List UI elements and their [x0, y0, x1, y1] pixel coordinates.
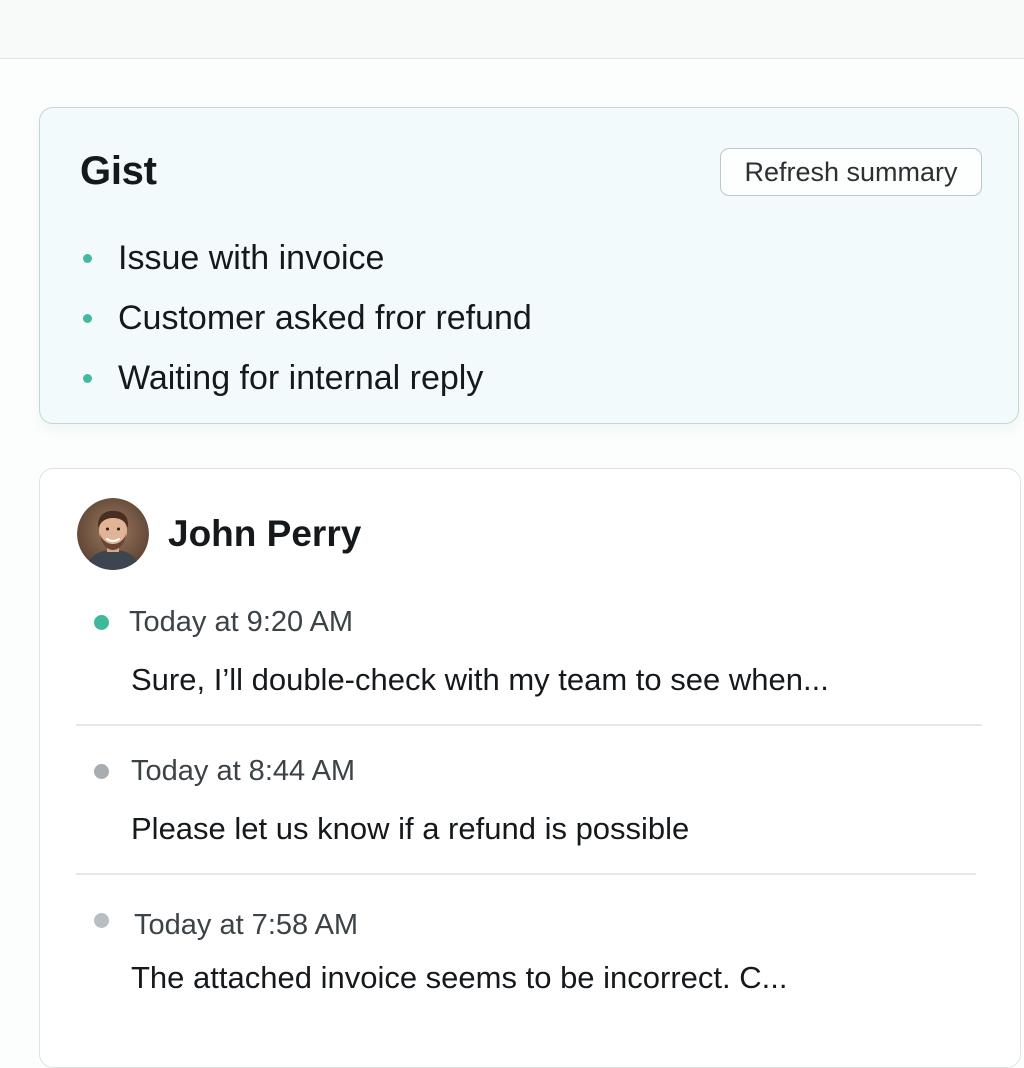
read-dot-icon — [94, 764, 109, 779]
gist-bullet-item: Issue with invoice — [80, 228, 532, 288]
bullet-dot-icon — [83, 313, 92, 323]
message-item[interactable]: Today at 9:20 AM Sure, I’ll double-check… — [76, 594, 982, 706]
gist-bullet-item: Waiting for internal reply — [80, 348, 532, 408]
gist-bullet-text: Waiting for internal reply — [118, 358, 484, 397]
message-timestamp: Today at 8:44 AM — [131, 755, 356, 787]
user-avatar-icon — [77, 498, 149, 570]
gist-title: Gist — [80, 149, 157, 193]
gist-summary-card: Gist Refresh summary Issue with invoice … — [39, 107, 1019, 424]
gist-bullet-text: Customer asked fror refund — [118, 298, 532, 337]
gist-bullet-item: Customer asked fror refund — [80, 288, 532, 348]
message-item[interactable]: Today at 8:44 AM Please let us know if a… — [76, 744, 982, 856]
read-dot-icon — [94, 913, 109, 928]
avatar[interactable] — [77, 498, 149, 570]
message-item[interactable]: Today at 7:58 AM The attached invoice se… — [76, 893, 982, 1005]
message-preview: Sure, I’ll double-check with my team to … — [131, 662, 829, 697]
conversation-thread-card: John Perry Today at 9:20 AM Sure, I’ll d… — [39, 468, 1021, 1068]
sender-name: John Perry — [168, 513, 362, 554]
unread-dot-icon — [94, 615, 109, 630]
message-preview: The attached invoice seems to be incorre… — [131, 960, 788, 995]
message-timestamp: Today at 7:58 AM — [134, 909, 359, 941]
message-divider — [76, 873, 976, 875]
refresh-summary-button[interactable]: Refresh summary — [720, 148, 982, 196]
bullet-dot-icon — [83, 253, 92, 263]
bullet-dot-icon — [83, 373, 92, 383]
gist-bullet-text: Issue with invoice — [118, 238, 385, 277]
message-timestamp: Today at 9:20 AM — [129, 606, 354, 638]
gist-bullet-list: Issue with invoice Customer asked fror r… — [80, 228, 532, 408]
message-preview: Please let us know if a refund is possib… — [131, 811, 690, 846]
message-divider — [76, 724, 982, 726]
top-bar — [0, 0, 1024, 59]
